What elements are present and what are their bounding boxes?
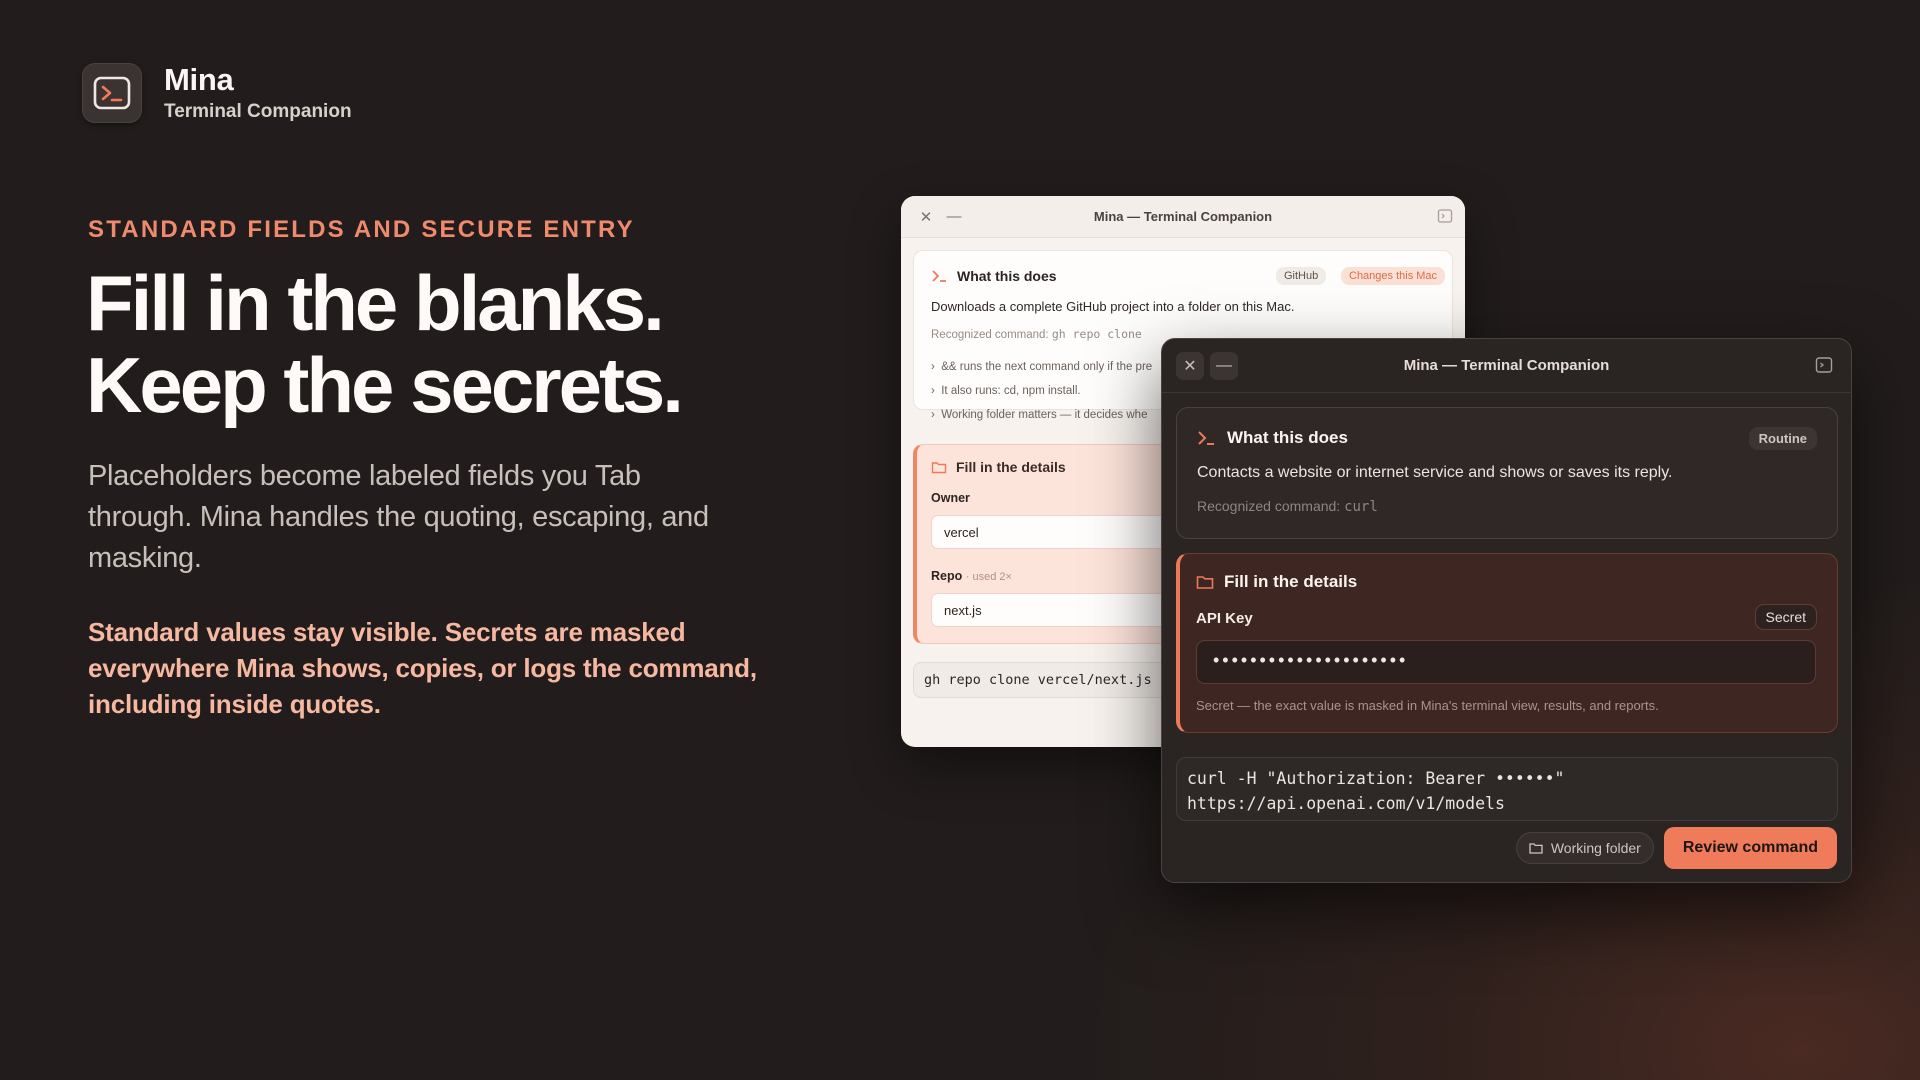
api-key-label: API Key [1196, 610, 1253, 627]
service-badge: GitHub [1276, 267, 1327, 285]
folder-icon [1529, 843, 1543, 854]
front-window-titlebar: ✕ — Mina — Terminal Companion [1162, 339, 1851, 393]
repo-label: Repo · used 2× [931, 569, 1012, 583]
front-what-card: What this does Routine Contacts a websit… [1176, 407, 1838, 539]
front-window: ✕ — Mina — Terminal Companion What this … [1161, 338, 1852, 883]
back-window-title: Mina — Terminal Companion [1093, 209, 1273, 224]
front-fill-card: Fill in the details API Key Secret •••••… [1176, 553, 1838, 733]
review-command-button[interactable]: Review command [1663, 827, 1837, 869]
minimize-icon[interactable]: — [1210, 351, 1238, 380]
emphasis-paragraph: Standard values stay visible. Secrets ar… [88, 617, 757, 719]
terminal-prompt-icon [82, 62, 142, 123]
front-fill-header: Fill in the details [1196, 572, 1357, 592]
bullet-item: › It also runs: cd, npm install. [931, 385, 1081, 397]
bullet-item: › && runs the next command only if the p… [931, 361, 1153, 373]
front-window-title: Mina — Terminal Companion [1403, 357, 1610, 374]
back-recognized: Recognized command: gh repo clone [931, 327, 1142, 341]
working-folder-label: Working folder [1550, 840, 1641, 856]
owner-label: Owner [931, 491, 970, 505]
back-fill-title: Fill in the details [956, 459, 1066, 475]
brand-subtitle: Terminal Companion [164, 101, 352, 122]
terminal-icon[interactable] [1437, 208, 1453, 229]
front-command-preview[interactable]: curl -H "Authorization: Bearer ••••••" h… [1176, 757, 1838, 821]
folder-icon [1196, 576, 1214, 589]
brand: Mina Terminal Companion [82, 62, 352, 123]
prompt-icon [1198, 431, 1214, 445]
recognized-label: Recognized command: [1197, 498, 1341, 514]
front-fill-title: Fill in the details [1224, 572, 1358, 591]
bullet-item: › Working folder matters — it decides wh… [931, 409, 1148, 421]
back-bullets: › && runs the next command only if the p… [931, 355, 1152, 427]
routine-badge: Routine [1748, 427, 1817, 450]
brand-name: Mina [164, 62, 234, 97]
api-key-field[interactable]: ••••••••••••••••••••• [1196, 640, 1816, 684]
recognized-label: Recognized command: [931, 329, 1049, 341]
headline: Fill in the blanks. Keep the secrets. [86, 259, 684, 429]
back-what-title: What this does [957, 268, 1057, 284]
back-description: Downloads a complete GitHub project into… [931, 299, 1295, 314]
headline-line-2: Keep the secrets. [86, 341, 684, 429]
working-folder-button[interactable]: Working folder [1515, 832, 1654, 864]
lede-paragraph: Placeholders become labeled fields you T… [88, 460, 709, 574]
prompt-icon [932, 270, 946, 282]
command-line-1: curl -H "Authorization: Bearer ••••••" [1187, 769, 1565, 788]
recognized-command: gh repo clone [1051, 327, 1142, 341]
front-recognized: Recognized command: curl [1197, 498, 1378, 515]
back-fill-header: Fill in the details [931, 459, 1066, 475]
folder-icon [931, 462, 947, 474]
secret-hint: Secret — the exact value is masked in Mi… [1196, 698, 1659, 713]
front-what-header: What this does [1197, 428, 1348, 448]
command-line-2: https://api.openai.com/v1/models [1187, 794, 1505, 813]
warning-badge: Changes this Mac [1341, 267, 1446, 285]
front-what-title: What this does [1227, 428, 1348, 447]
terminal-icon[interactable] [1815, 356, 1833, 379]
secret-badge: Secret [1754, 604, 1817, 630]
front-description: Contacts a website or internet service a… [1197, 464, 1673, 481]
close-icon[interactable]: ✕ [1176, 351, 1204, 380]
front-footer: Working folder Review command [1515, 827, 1837, 869]
back-window-titlebar: ✕ — Mina — Terminal Companion [901, 196, 1465, 238]
back-what-header: What this does [931, 268, 1057, 284]
eyebrow-label: STANDARD FIELDS AND SECURE ENTRY [88, 216, 635, 243]
recognized-command: curl [1344, 499, 1378, 515]
headline-line-1: Fill in the blanks. [86, 259, 665, 347]
